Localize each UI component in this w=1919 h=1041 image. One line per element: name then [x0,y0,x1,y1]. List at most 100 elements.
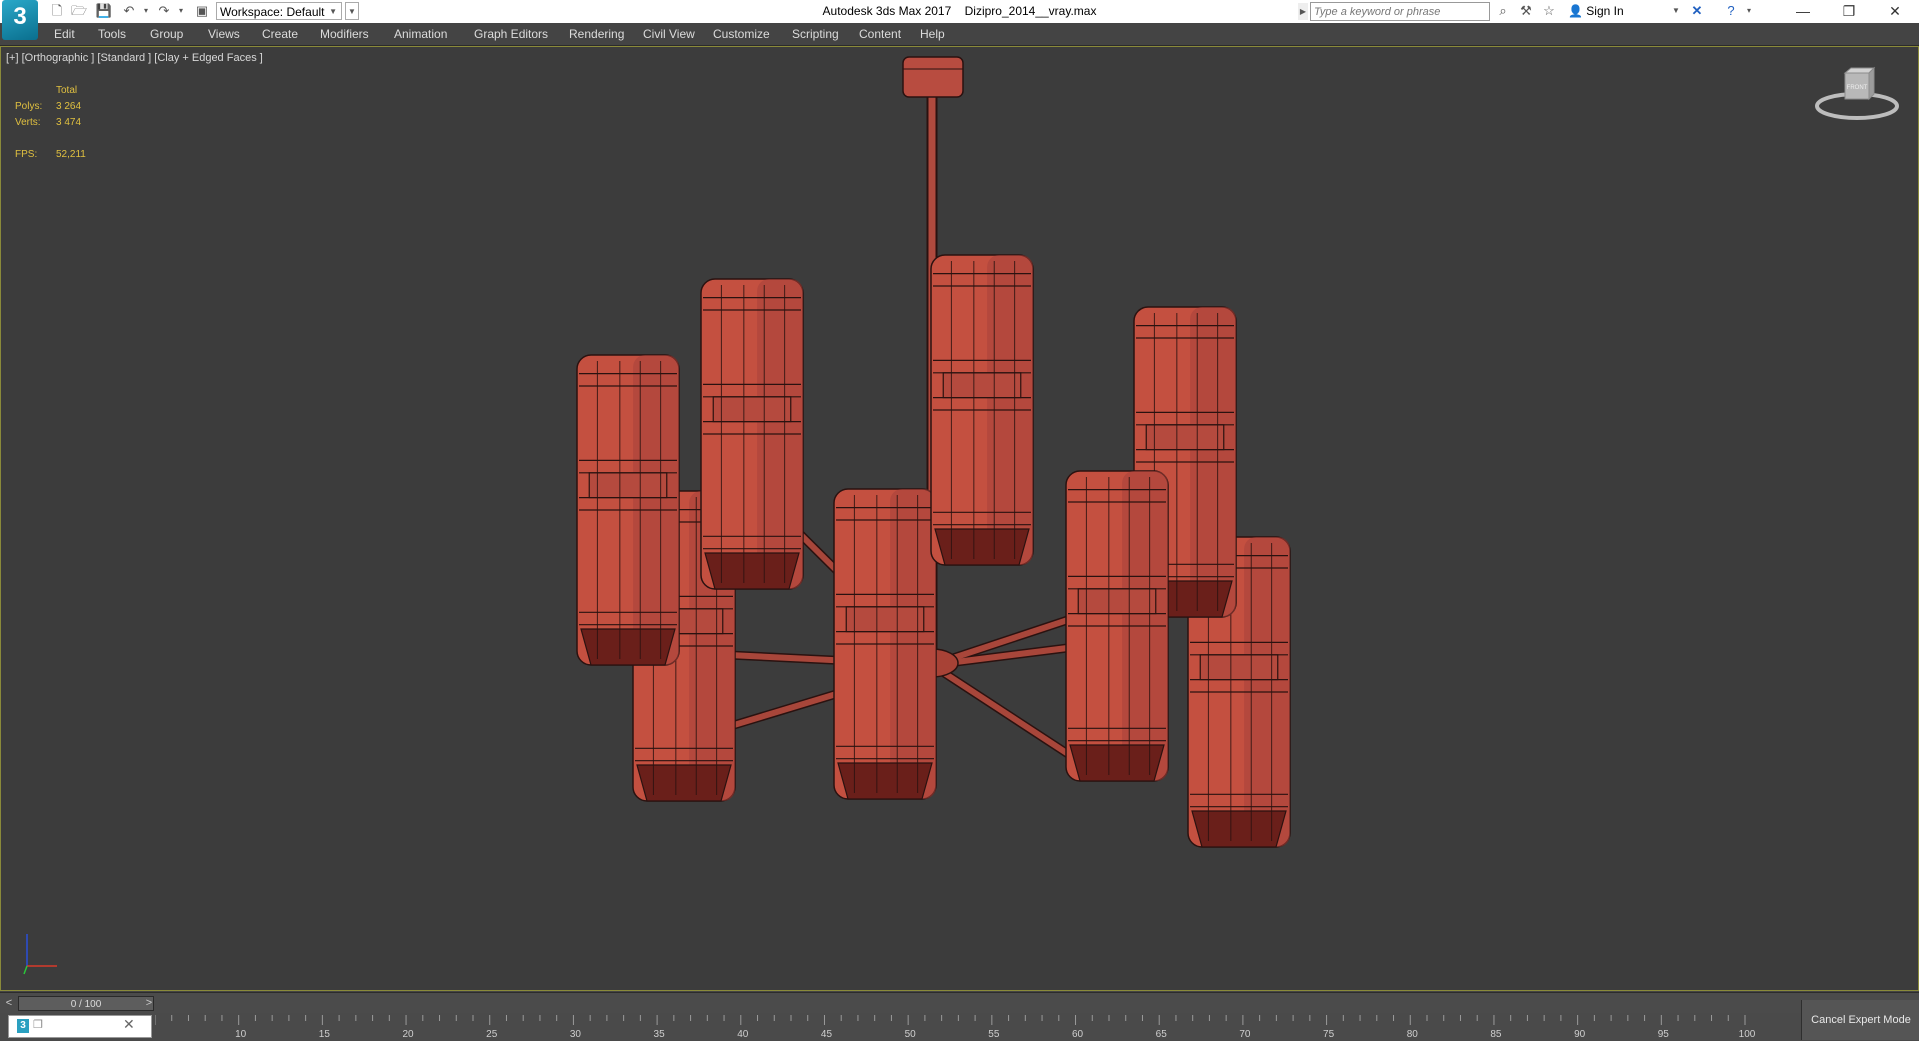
communication-center-icon[interactable]: ⚒ [1517,2,1535,20]
open-file-icon[interactable]: 🗁 [70,2,88,20]
save-icon[interactable]: 💾 [95,2,113,20]
stats-fps-label: FPS: [15,149,38,160]
stats-verts-value: 3 474 [56,117,82,128]
undo-icon[interactable]: ↶ [120,2,138,20]
ruler-tick-label: 20 [402,1029,414,1040]
menu-scripting[interactable]: Scripting [792,23,839,45]
lamp-waist [1077,588,1157,615]
menu-content[interactable]: Content [859,23,901,45]
lamp-waist [1199,654,1279,681]
viewport-label-menu[interactable]: [+] [Orthographic ] [Standard ] [Clay + … [6,52,263,64]
restore-button[interactable]: ❐ [1826,0,1872,23]
ruler-tick-label: 65 [1156,1029,1168,1040]
lamp-waist [1145,424,1225,451]
menu-animation[interactable]: Animation [394,23,447,45]
chevron-down-icon: ▼ [1672,6,1680,15]
menu-help[interactable]: Help [920,23,945,45]
ruler-tick-label: 35 [654,1029,666,1040]
project-folder-icon[interactable]: ▣ [193,2,211,20]
previous-frame-button[interactable]: < [3,996,15,1011]
undo-dropdown-icon[interactable]: ▾ [137,2,155,20]
menu-tools[interactable]: Tools [98,23,126,45]
ceiling-canopy [902,56,964,98]
sign-in-label: Sign In [1586,4,1624,18]
app-name: Autodesk 3ds Max 2017 [822,4,952,18]
close-window-button[interactable]: ✕ [1872,0,1918,23]
lamp-shade [833,488,937,800]
stats-total-label: Total [56,85,78,96]
search-input[interactable] [1310,2,1490,21]
axis-tripod-icon [23,934,57,975]
ruler-tick-label: 45 [821,1029,833,1040]
help-dropdown-icon[interactable]: ▾ [1740,2,1758,20]
chandelier-model [576,56,1291,848]
sign-in-button[interactable]: 👤 Sign In ▼ [1568,2,1680,20]
workspace-select-value: Workspace: Default [220,5,325,19]
favorites-star-icon[interactable]: ☆ [1540,2,1558,20]
ruler-tick-label: 90 [1574,1029,1586,1040]
ruler-tick-label: 30 [570,1029,582,1040]
redo-icon[interactable]: ↷ [155,2,173,20]
perspective-viewport[interactable]: [+] [Orthographic ] [Standard ] [Clay + … [0,46,1919,991]
viewcube-right-face[interactable] [1868,66,1875,101]
help-icon[interactable]: ? [1722,2,1740,20]
ruler-tick-label: 60 [1072,1029,1084,1040]
minimize-button[interactable]: — [1780,0,1826,23]
next-frame-button[interactable]: > [143,996,155,1011]
ruler-tick-label: 40 [737,1029,749,1040]
ruler-tick-label: 80 [1407,1029,1419,1040]
stats-verts-label: Verts: [15,117,41,128]
lamp-waist [712,396,792,423]
menu-rendering[interactable]: Rendering [569,23,624,45]
ruler-tick-label: 55 [988,1029,1000,1040]
exchange-apps-icon[interactable]: ✕ [1688,2,1706,20]
ruler-tick-label: 25 [486,1029,498,1040]
menu-edit[interactable]: Edit [54,23,75,45]
menu-group[interactable]: Group [150,23,183,45]
lamp-waist [845,606,925,633]
lamp-shade [576,354,680,666]
menu-views[interactable]: Views [208,23,240,45]
menu-modifiers[interactable]: Modifiers [320,23,369,45]
menu-bar: Edit Tools Group Views Create Modifiers … [0,23,1919,46]
title-bar: 3 🗋 🗁 💾 ↶ ▾ ↷ ▾ ▣ Workspace: Default ▼ ▼… [0,0,1919,40]
ruler-tick-label: 70 [1239,1029,1251,1040]
menu-civil-view[interactable]: Civil View [643,23,695,45]
ruler-tick-label: 75 [1323,1029,1335,1040]
user-icon: 👤 [1568,4,1583,18]
lamp-waist [942,372,1022,399]
viewcube-front-label: FRONT [1847,85,1868,91]
chevron-down-icon: ▼ [329,7,337,16]
lamp-shade [1065,470,1169,782]
maxscript-mini-listener[interactable]: 3 ❐ ✕ [8,1015,152,1038]
ruler-tick-label: 95 [1658,1029,1670,1040]
binoculars-icon[interactable]: ⌕ [1494,2,1512,20]
restore-listener-icon[interactable]: ❐ [33,1018,43,1031]
current-frame-label: 0 / 100 [70,999,102,1010]
app-logo-button[interactable]: 3 [2,0,38,40]
menu-customize[interactable]: Customize [713,23,770,45]
lamp-shade [700,278,804,590]
search-expand-button[interactable]: ▶ [1298,3,1308,20]
new-file-icon[interactable]: 🗋 [48,2,66,20]
stats-fps-value: 52,211 [56,149,86,160]
ruler-tick-label: 15 [319,1029,331,1040]
track-bar-ruler: 10 15 20 25 30 35 40 45 50 55 60 65 70 75 80 85 90 95 100 [155,1015,1756,1040]
cancel-expert-mode-button[interactable]: Cancel Expert Mode [1801,1000,1919,1040]
close-listener-icon[interactable]: ✕ [123,1016,135,1033]
ruler-tick-label: 85 [1490,1029,1502,1040]
menu-create[interactable]: Create [262,23,298,45]
ruler-tick-label: 100 [1739,1029,1756,1040]
lamp-waist [588,472,668,499]
maxscript-icon: 3 [17,1019,29,1033]
stats-polys-value: 3 264 [56,101,82,112]
viewcube[interactable]: FRONT [1812,65,1902,127]
workspace-select[interactable]: Workspace: Default ▼ [216,2,342,20]
lamp-shade [930,254,1034,566]
time-slider[interactable]: 0 / 100 [18,996,154,1011]
redo-dropdown-icon[interactable]: ▾ [172,2,190,20]
menu-graph-editors[interactable]: Graph Editors [474,23,548,45]
workspace-options-button[interactable]: ▼ [345,2,359,20]
ruler-tick-label: 10 [235,1029,247,1040]
ruler-tick-label: 50 [905,1029,917,1040]
